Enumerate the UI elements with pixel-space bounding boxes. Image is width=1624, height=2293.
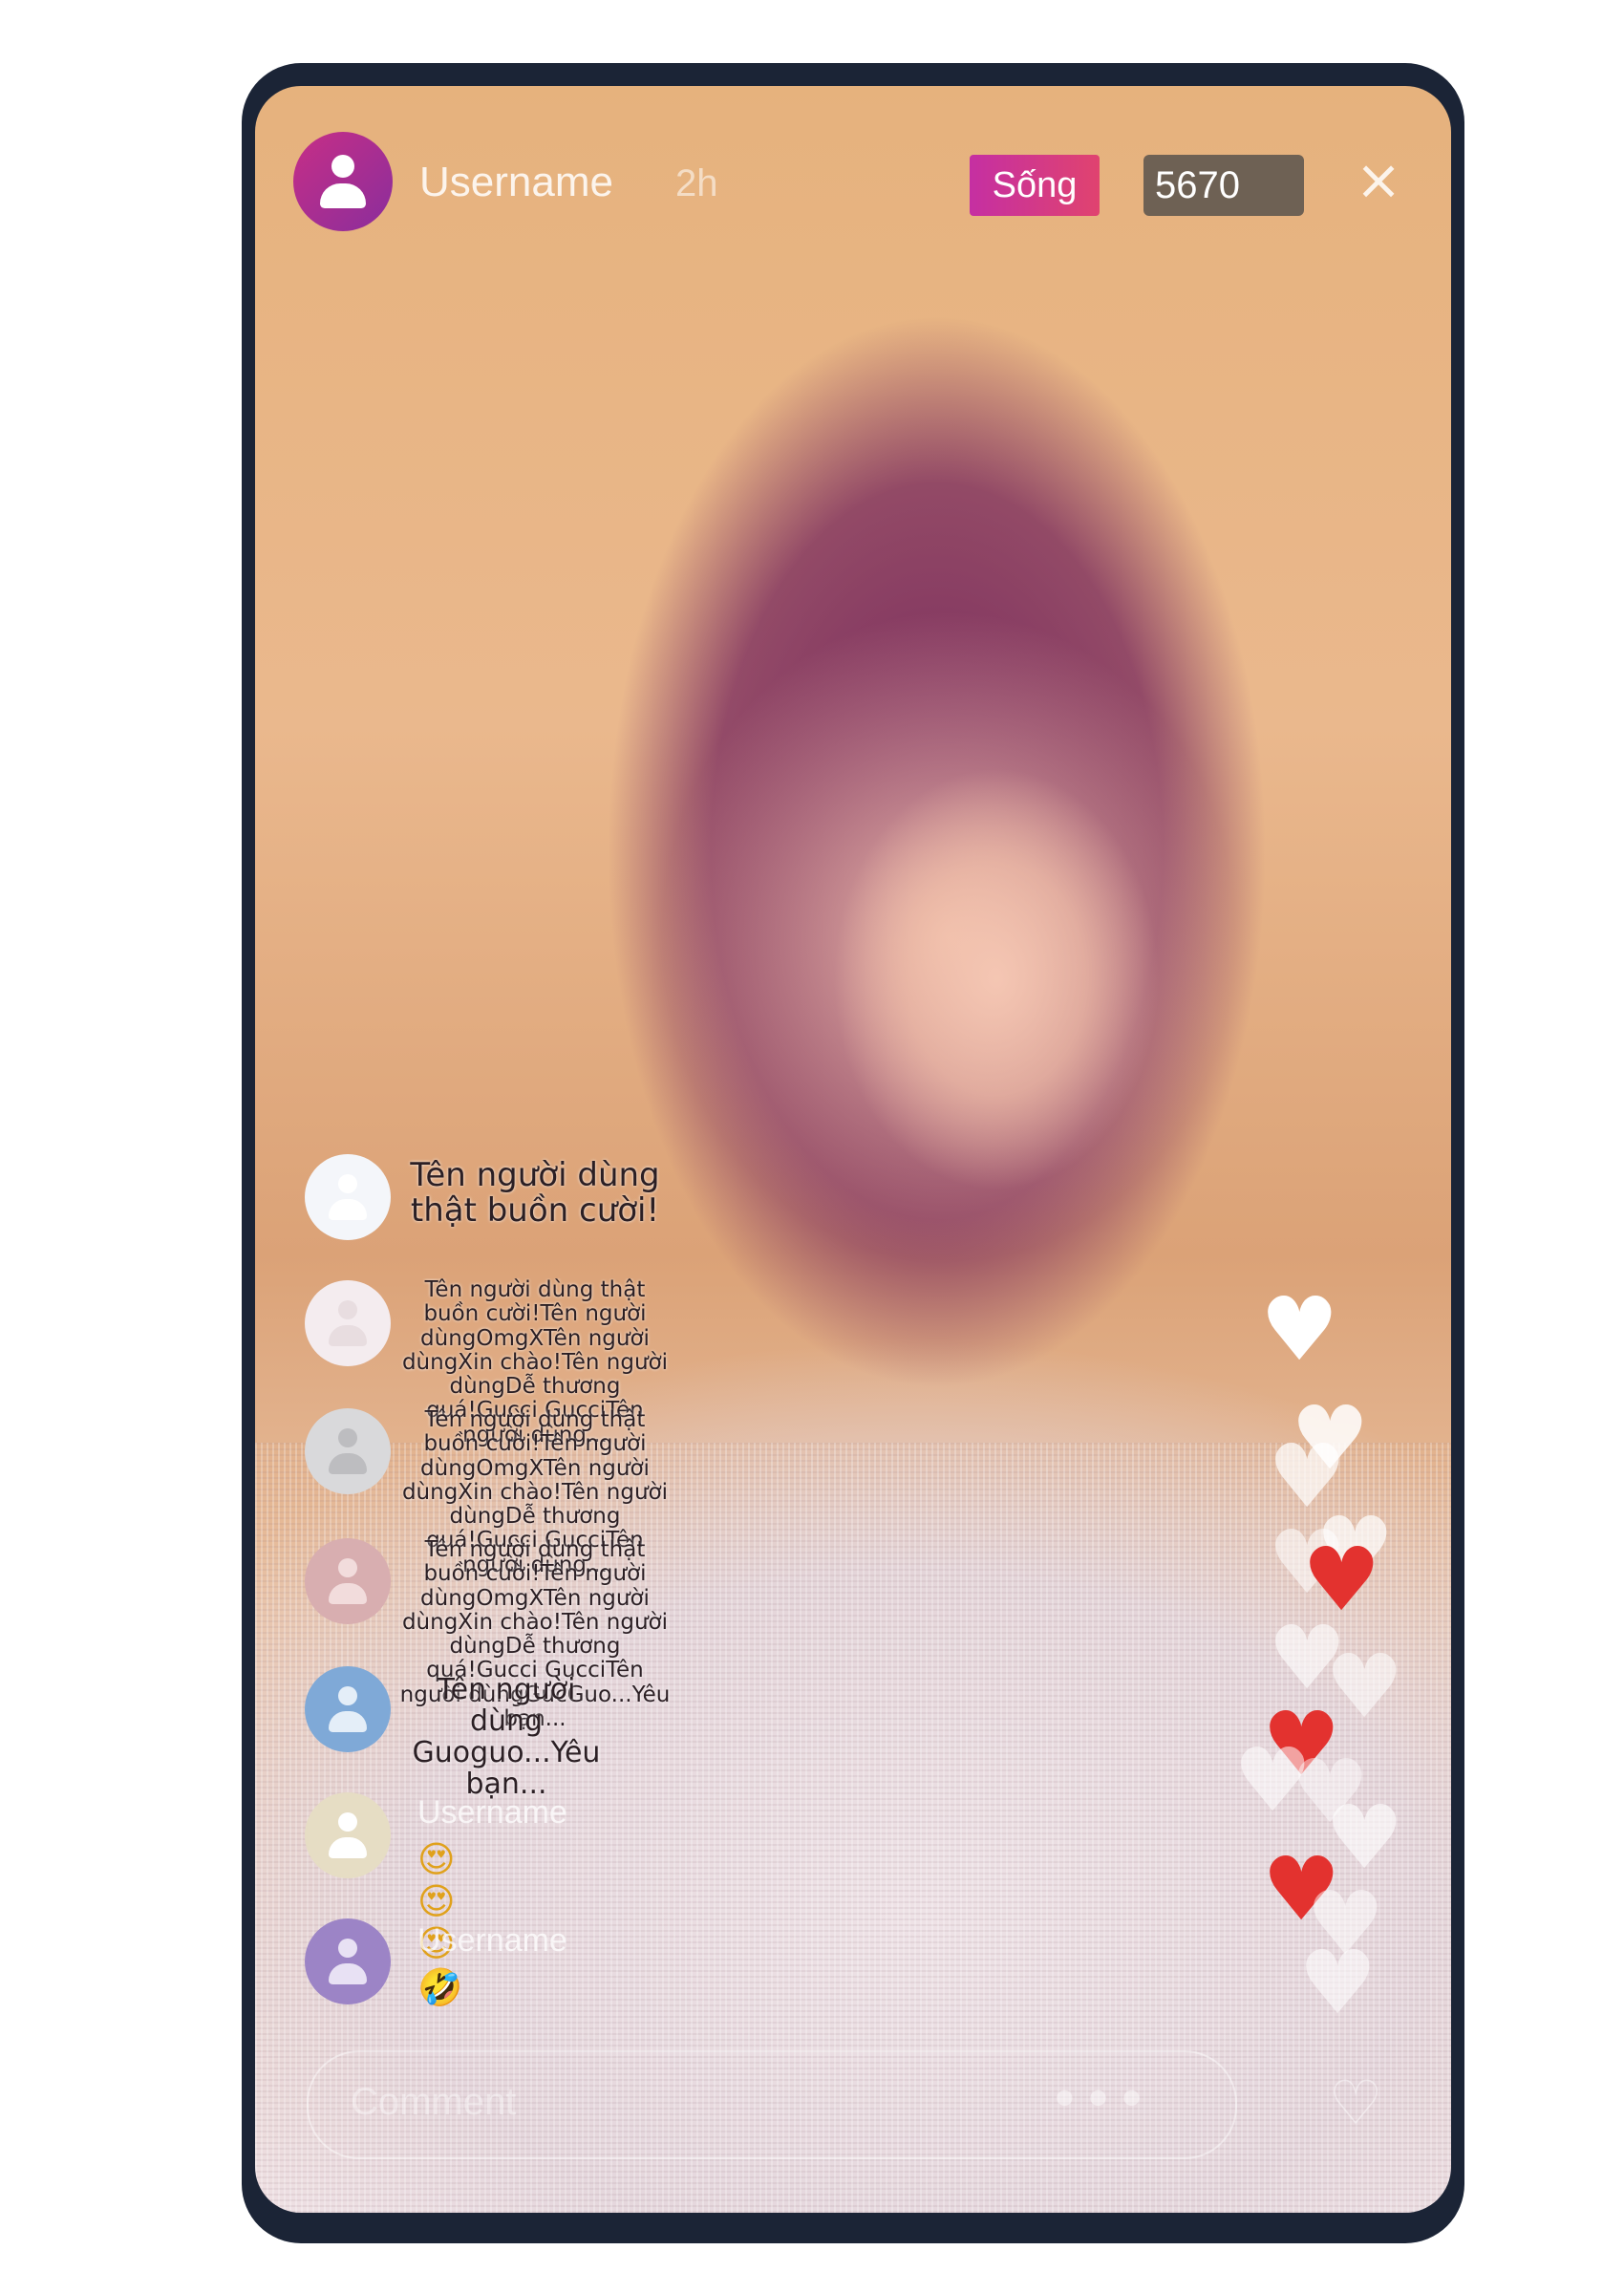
user-icon bbox=[325, 1172, 371, 1222]
phone-frame: Username 2h Sống 5670 × Tên người dùng t… bbox=[242, 63, 1464, 2243]
avatar[interactable] bbox=[305, 1918, 391, 2004]
like-button-icon[interactable]: ♡ bbox=[1321, 2069, 1390, 2138]
heart-icon: ♥ bbox=[1298, 1932, 1378, 2034]
comment-text: Tên người dùng thật buồn cười! bbox=[410, 1156, 660, 1231]
more-options-icon[interactable]: ••• bbox=[1049, 2069, 1149, 2132]
live-stream-view[interactable]: Username 2h Sống 5670 × Tên người dùng t… bbox=[255, 86, 1451, 2213]
user-icon bbox=[325, 1298, 371, 1348]
user-icon bbox=[325, 1556, 371, 1606]
heart-icon: ♥ bbox=[1260, 1278, 1339, 1381]
comment-username[interactable]: Username bbox=[417, 1922, 567, 1960]
avatar[interactable] bbox=[305, 1280, 391, 1366]
avatar[interactable] bbox=[305, 1538, 391, 1624]
user-icon bbox=[325, 1426, 371, 1476]
comment-username[interactable]: Username bbox=[417, 1794, 567, 1832]
user-icon bbox=[316, 153, 370, 210]
comment-text: Tên người dùng Guoguo...Yêu bạn... bbox=[412, 1673, 601, 1801]
avatar[interactable] bbox=[305, 1666, 391, 1752]
avatar[interactable] bbox=[305, 1154, 391, 1240]
comment-emoji: 🤣 bbox=[417, 1966, 471, 2008]
user-icon bbox=[325, 1684, 371, 1734]
comment-input[interactable]: Comment ••• bbox=[307, 2050, 1237, 2159]
avatar[interactable] bbox=[305, 1408, 391, 1494]
stream-duration: 2h bbox=[675, 162, 718, 204]
close-icon[interactable]: × bbox=[1352, 152, 1405, 207]
live-badge: Sống bbox=[970, 155, 1100, 216]
user-icon bbox=[325, 1811, 371, 1860]
streamer-avatar[interactable] bbox=[293, 132, 393, 231]
avatar[interactable] bbox=[305, 1792, 391, 1878]
user-icon bbox=[325, 1937, 371, 1986]
streamer-username[interactable]: Username bbox=[419, 159, 613, 206]
comment-placeholder: Comment bbox=[351, 2081, 517, 2123]
viewer-count: 5670 bbox=[1143, 155, 1304, 216]
